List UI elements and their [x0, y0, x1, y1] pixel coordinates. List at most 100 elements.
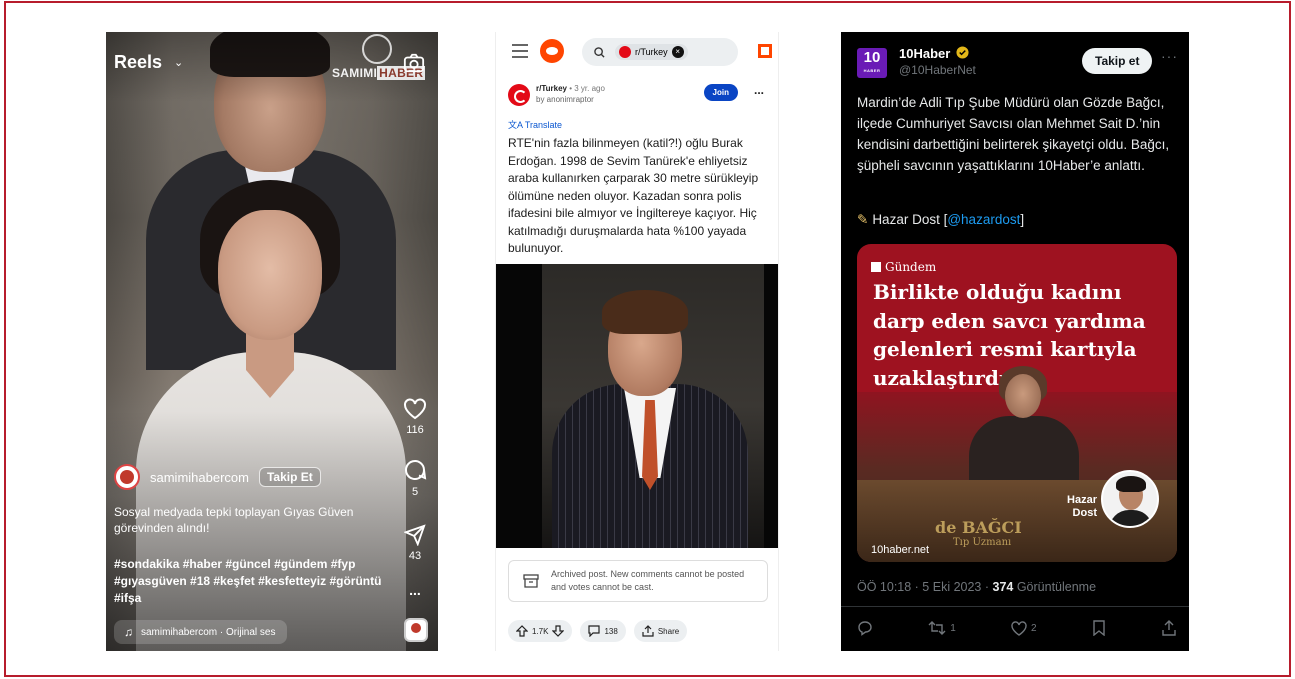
translate-label: Translate	[524, 120, 563, 130]
reply-button[interactable]	[857, 620, 873, 636]
reels-caption: Sosyal medyada tepki toplayan Gıyas Güve…	[114, 505, 354, 535]
retweet-icon	[928, 621, 946, 635]
reddit-header: r/Turkey ×	[496, 32, 778, 72]
credit-suffix: ]	[1020, 212, 1025, 227]
reels-title[interactable]: Reels	[114, 52, 162, 73]
card-nameplate-title: Tıp Uzmanı	[953, 537, 1012, 548]
avatar-label: HABER	[863, 68, 881, 73]
post-image[interactable]	[496, 264, 778, 548]
photo-hair	[602, 290, 688, 334]
reporter-avatar	[1101, 470, 1159, 528]
mention-link[interactable]: @hazardost	[947, 212, 1020, 227]
account-handle[interactable]: @10HaberNet	[899, 63, 976, 77]
reply-icon	[858, 621, 872, 636]
view-count: 374	[992, 580, 1014, 594]
more-options-icon[interactable]: ...	[402, 582, 428, 598]
card-category-label: Gündem	[885, 260, 937, 274]
share-action[interactable]: 43	[402, 524, 428, 562]
send-icon[interactable]	[404, 524, 426, 546]
bookmark-button[interactable]	[1092, 620, 1106, 636]
reddit-panel: r/Turkey × r/Turkey • 3 yr. ago by anoni…	[495, 32, 779, 651]
avatar-number: 10	[863, 49, 881, 66]
audio-track[interactable]: ♫ samimihabercom · Orijinal ses	[114, 620, 288, 644]
share-label: Share	[657, 626, 680, 636]
downvote-icon[interactable]	[552, 625, 565, 637]
share-icon	[642, 625, 654, 637]
subreddit-avatar[interactable]	[508, 84, 530, 106]
post-actions: 1.7K 138 Share	[508, 620, 688, 642]
credit-prefix: Hazar Dost [	[872, 212, 948, 227]
card-nameplate: de BAĞCI	[935, 518, 1022, 537]
follow-button[interactable]: Takip Et	[258, 467, 321, 487]
heart-icon[interactable]	[403, 398, 427, 420]
like-action[interactable]: 116	[402, 398, 428, 436]
share-count: 43	[408, 550, 422, 562]
archive-icon	[523, 574, 539, 588]
account-name[interactable]: 10Haber	[899, 46, 950, 61]
retweet-button[interactable]: 1	[928, 620, 956, 636]
chevron-down-icon[interactable]: ⌄	[174, 56, 183, 69]
comment-icon[interactable]	[403, 458, 427, 482]
share-button[interactable]	[1161, 620, 1177, 636]
tweet-media-card[interactable]: Gündem Birlikte olduğu kadını darp eden …	[857, 244, 1177, 562]
subreddit-name[interactable]: r/Turkey	[536, 84, 567, 93]
search-icon	[594, 46, 605, 58]
card-category: Gündem	[871, 260, 936, 274]
search-input[interactable]: r/Turkey ×	[582, 38, 738, 66]
more-options-icon[interactable]: ···	[1161, 48, 1178, 64]
reels-hashtags[interactable]: #sondakika #haber #güncel #gündem #fyp #…	[114, 556, 394, 607]
comments-button[interactable]: 138	[580, 620, 626, 642]
like-count: 116	[406, 424, 424, 436]
square-icon	[871, 262, 881, 272]
tweet-meta: ÖÖ 10:18 · 5 Eki 2023 · 374 Görüntülenme	[857, 580, 1096, 594]
avatar[interactable]	[114, 464, 140, 490]
brand-left: SAMIMI	[332, 66, 378, 80]
avatar[interactable]: 10 HABER	[857, 48, 887, 78]
like-button[interactable]: 2	[1011, 620, 1037, 636]
bookmark-icon	[1093, 620, 1105, 636]
view-label: Görüntülenme	[1013, 580, 1097, 594]
video-woman-face	[218, 210, 322, 340]
divider	[841, 606, 1189, 607]
instagram-reels-panel: Reels ⌄ SAMIMI HABER 116 5 43 ... samimih…	[106, 32, 438, 651]
search-chip-label: r/Turkey	[635, 47, 668, 57]
post-subreddit: r/Turkey • 3 yr. ago	[536, 84, 605, 93]
card-source: 10haber.net	[871, 544, 930, 556]
more-options-icon[interactable]: ...	[754, 83, 764, 97]
tweet-text: Mardin’de Adli Tıp Şube Müdürü olan Gözd…	[857, 95, 1170, 173]
reporter-body	[1109, 510, 1153, 526]
post-author[interactable]: by anonimraptor	[536, 95, 594, 104]
reddit-logo-icon[interactable]	[540, 39, 564, 63]
card-woman-head	[1005, 374, 1041, 418]
join-button[interactable]: Join	[703, 84, 738, 101]
follow-button[interactable]: Takip et	[1082, 48, 1153, 74]
verified-badge-icon	[956, 46, 969, 59]
music-note-icon: ♫	[124, 625, 133, 639]
heart-icon	[1011, 620, 1027, 636]
open-app-icon[interactable]	[758, 44, 772, 58]
reels-user-row: samimihabercom Takip Et	[114, 464, 321, 490]
camera-icon[interactable]	[403, 52, 425, 74]
reporter-hair	[1116, 476, 1146, 492]
comment-icon	[588, 625, 601, 637]
pen-icon: ✎	[857, 212, 869, 227]
tweet-timestamp[interactable]: ÖÖ 10:18 · 5 Eki 2023 ·	[857, 580, 993, 594]
retweet-count: 1	[950, 622, 956, 634]
close-icon[interactable]: ×	[671, 46, 684, 58]
tweet-actions: 1 2	[857, 620, 1177, 636]
vote-count: 1.7K	[532, 626, 549, 636]
vote-control[interactable]: 1.7K	[508, 620, 573, 642]
username[interactable]: samimihabercom	[150, 470, 249, 485]
translate-icon: 文A	[508, 120, 523, 130]
like-count: 2	[1031, 622, 1037, 634]
upvote-icon[interactable]	[516, 625, 528, 637]
comment-action[interactable]: 5	[402, 458, 428, 498]
subreddit-search-chip[interactable]: r/Turkey ×	[615, 44, 688, 60]
share-button[interactable]: Share	[633, 620, 688, 642]
audio-thumbnail[interactable]	[404, 618, 428, 642]
comment-count: 138	[604, 626, 618, 636]
post-header: r/Turkey • 3 yr. ago by anonimraptor Joi…	[508, 82, 768, 112]
tweet-credit: ✎ Hazar Dost [@hazardost]	[857, 212, 1024, 228]
hamburger-menu-icon[interactable]	[512, 44, 528, 58]
translate-link[interactable]: 文A Translate	[508, 118, 562, 131]
